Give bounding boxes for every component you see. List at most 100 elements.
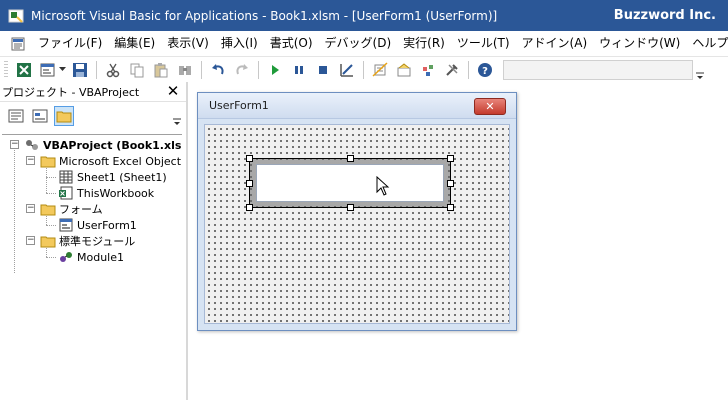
menu-debug[interactable]: デバッグ(D)	[319, 31, 398, 56]
folder-icon	[40, 234, 56, 248]
tree-item-sheet1[interactable]: Sheet1 (Sheet1)	[58, 169, 167, 185]
toolbar-grip[interactable]	[4, 60, 8, 79]
toggle-folders-icon[interactable]	[54, 106, 74, 126]
tree-collapse-icon[interactable]: −	[26, 236, 35, 245]
insert-dropdown-arrow-icon[interactable]	[58, 60, 66, 80]
properties-icon[interactable]	[394, 60, 414, 80]
vba-app-icon[interactable]	[8, 8, 24, 24]
menu-bar: ファイル(F) 編集(E) 表示(V) 挿入(I) 書式(O) デバッグ(D) …	[0, 31, 728, 56]
tree-collapse-icon[interactable]: −	[26, 204, 35, 213]
view-object-icon[interactable]	[30, 106, 50, 126]
tree-label: VBAProject (Book1.xls	[43, 138, 182, 152]
project-explorer-toolbar	[0, 102, 186, 130]
tree-item-thisworkbook[interactable]: ThisWorkbook	[58, 185, 154, 201]
tree-item-modules-folder[interactable]: 標準モジュール	[40, 233, 135, 249]
tree-label: Sheet1 (Sheet1)	[77, 170, 167, 184]
menu-file[interactable]: ファイル(F)	[32, 31, 108, 56]
menu-edit[interactable]: 編集(E)	[108, 31, 161, 56]
userform-close-icon[interactable]: ✕	[474, 98, 506, 115]
object-browser-icon[interactable]	[418, 60, 438, 80]
copy-icon[interactable]	[127, 60, 147, 80]
cut-icon[interactable]	[103, 60, 123, 80]
redo-icon[interactable]	[232, 60, 252, 80]
help-icon[interactable]: ?	[475, 60, 495, 80]
tree-connector	[14, 145, 15, 273]
menu-run[interactable]: 実行(R)	[397, 31, 451, 56]
save-icon[interactable]	[70, 60, 90, 80]
menu-addins[interactable]: アドイン(A)	[516, 31, 594, 56]
code-window-system-icon[interactable]	[10, 36, 26, 52]
design-mode-icon[interactable]	[337, 60, 357, 80]
brand-label: Buzzword Inc.	[613, 8, 716, 23]
userform-icon	[58, 218, 74, 232]
resize-handle-s[interactable]	[347, 204, 354, 211]
reset-icon[interactable]	[313, 60, 333, 80]
excel-icon[interactable]	[14, 60, 34, 80]
project-explorer-title: プロジェクト - VBAProject	[2, 85, 140, 99]
resize-handle-w[interactable]	[246, 180, 253, 187]
tree-item-module1[interactable]: Module1	[58, 249, 124, 265]
vbaproject-icon	[24, 138, 40, 152]
view-code-icon[interactable]	[6, 106, 26, 126]
title-bar: Microsoft Visual Basic for Applications …	[0, 0, 728, 31]
toolbar-separator	[363, 60, 364, 79]
module-icon	[58, 250, 74, 264]
tree-connector	[46, 177, 56, 178]
insert-userform-icon[interactable]	[38, 60, 58, 80]
tree-connector	[46, 257, 56, 258]
svg-text:?: ?	[482, 66, 488, 77]
window-title: Microsoft Visual Basic for Applications …	[31, 8, 498, 23]
toolbar-overflow-icon[interactable]	[695, 60, 705, 80]
userform-window[interactable]: UserForm1 ✕	[197, 92, 517, 331]
userform-title: UserForm1	[209, 99, 269, 112]
mouse-pointer-icon	[376, 175, 390, 196]
tree-label: フォーム	[59, 203, 103, 216]
project-toolbar-overflow-icon[interactable]	[172, 106, 182, 126]
sheet-icon	[58, 170, 74, 184]
textbox-control[interactable]	[256, 164, 444, 202]
form-designer-area: UserForm1 ✕	[190, 82, 728, 400]
menu-format[interactable]: 書式(O)	[264, 31, 319, 56]
resize-handle-sw[interactable]	[246, 204, 253, 211]
userform-titlebar[interactable]: UserForm1	[198, 93, 516, 119]
project-explorer-icon[interactable]	[370, 60, 390, 80]
tree-label: Microsoft Excel Object	[59, 154, 182, 168]
run-icon[interactable]	[265, 60, 285, 80]
tree-label: UserForm1	[77, 218, 137, 232]
textbox-selection-frame[interactable]	[246, 155, 454, 211]
tree-label: 標準モジュール	[59, 235, 136, 248]
project-explorer-close-icon[interactable]: ✕	[164, 83, 182, 101]
resize-handle-ne[interactable]	[447, 155, 454, 162]
project-explorer-pane: プロジェクト - VBAProject ✕ − VBAProject (Book…	[0, 82, 188, 400]
break-icon[interactable]	[289, 60, 309, 80]
tree-collapse-icon[interactable]: −	[10, 140, 19, 149]
find-icon[interactable]	[175, 60, 195, 80]
project-tree: − VBAProject (Book1.xls − Microsoft Exce…	[2, 134, 182, 398]
tree-item-userform1[interactable]: UserForm1	[58, 217, 137, 233]
menu-window[interactable]: ウィンドウ(W)	[593, 31, 686, 56]
tree-connector	[46, 225, 56, 226]
undo-icon[interactable]	[208, 60, 228, 80]
toolbox-icon[interactable]	[442, 60, 462, 80]
resize-handle-se[interactable]	[447, 204, 454, 211]
menu-insert[interactable]: 挿入(I)	[215, 31, 264, 56]
userform-canvas[interactable]	[204, 124, 510, 324]
toolbar-separator	[201, 60, 202, 79]
tree-item-excel-objects[interactable]: Microsoft Excel Object	[40, 153, 181, 169]
menu-help[interactable]: ヘルプ(H)	[686, 31, 728, 56]
menu-view[interactable]: 表示(V)	[161, 31, 215, 56]
paste-icon[interactable]	[151, 60, 171, 80]
tree-item-forms-folder[interactable]: フォーム	[40, 201, 103, 217]
folder-icon	[40, 202, 56, 216]
toolbar-separator	[468, 60, 469, 79]
resize-handle-n[interactable]	[347, 155, 354, 162]
tree-collapse-icon[interactable]: −	[26, 156, 35, 165]
tree-item-vbaproject[interactable]: VBAProject (Book1.xls	[24, 137, 181, 153]
tree-connector	[46, 193, 56, 194]
resize-handle-e[interactable]	[447, 180, 454, 187]
project-explorer-header: プロジェクト - VBAProject ✕	[0, 82, 186, 102]
resize-handle-nw[interactable]	[246, 155, 253, 162]
standard-toolbar: ?	[0, 56, 728, 82]
menu-tools[interactable]: ツール(T)	[451, 31, 516, 56]
toolbar-separator	[258, 60, 259, 79]
